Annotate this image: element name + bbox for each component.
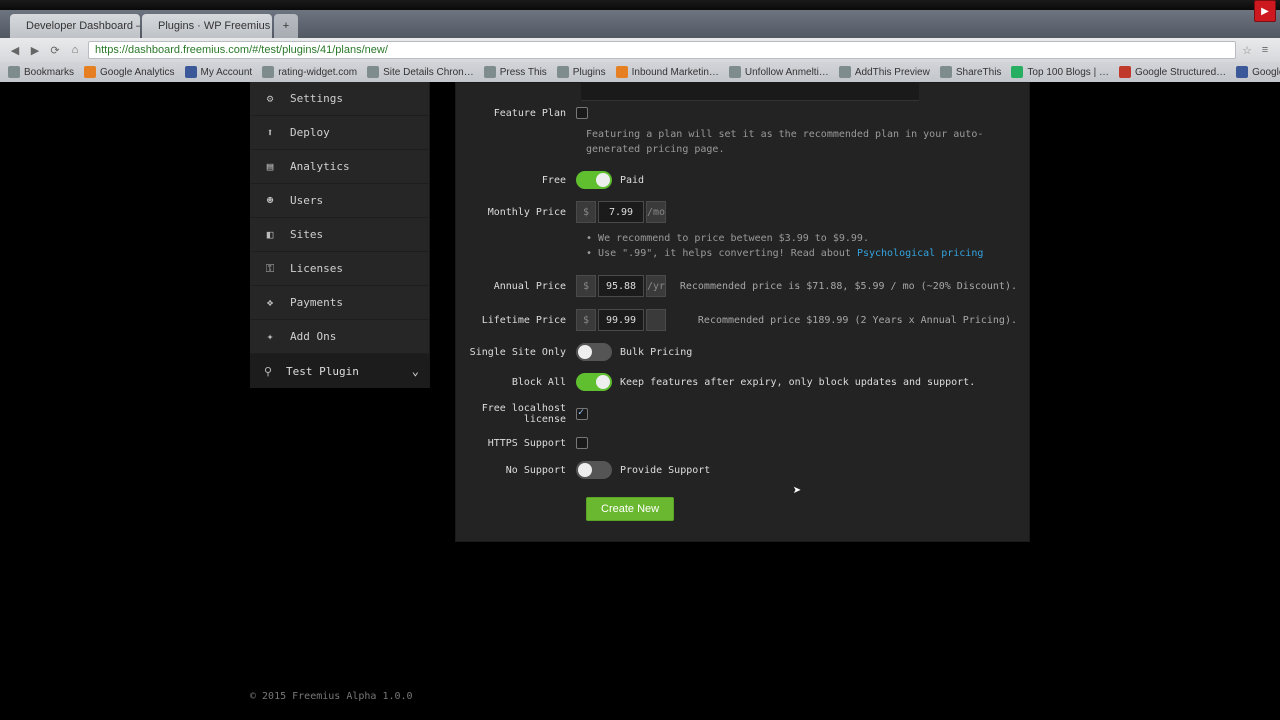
sidebar-item-settings[interactable]: ⚙ Settings — [250, 82, 429, 116]
bulk-pricing-label: Bulk Pricing — [620, 347, 692, 358]
plan-form-panel: Feature Plan Featuring a plan will set i… — [455, 82, 1030, 542]
bookmark[interactable]: My Account — [185, 66, 253, 78]
period-suffix — [646, 309, 666, 331]
free-label: Free — [456, 175, 576, 186]
monthly-price-help: • We recommend to price between $3.99 to… — [586, 229, 1015, 269]
bulk-pricing-toggle[interactable] — [576, 343, 612, 361]
bookmark[interactable]: Top 100 Blogs | … — [1011, 66, 1109, 78]
sidebar-item-analytics[interactable]: ▤ Analytics — [250, 150, 429, 184]
new-tab-button[interactable]: + — [274, 14, 298, 38]
bookmarks-bar: Bookmarks Google Analytics My Account ra… — [0, 62, 1280, 82]
description-field-bottom-edge[interactable] — [581, 83, 919, 101]
paid-label: Paid — [620, 175, 644, 186]
lifetime-price-input[interactable] — [598, 309, 644, 331]
sidebar-item-sites[interactable]: ◧ Sites — [250, 218, 429, 252]
bookmark[interactable]: Bookmarks — [8, 66, 74, 78]
settings-icon: ⚙ — [262, 91, 278, 107]
users-icon: ☻ — [262, 193, 278, 209]
bookmark[interactable]: Google Calendar — [1236, 66, 1280, 78]
bookmark[interactable]: Google Structured… — [1119, 66, 1226, 78]
sidebar: ⚙ Settings ⬆ Deploy ▤ Analytics ☻ Users … — [250, 82, 430, 388]
provide-support-label: Provide Support — [620, 465, 710, 476]
annual-reco: Recommended price is $71.88, $5.99 / mo … — [680, 281, 1017, 292]
monthly-price-input[interactable] — [598, 201, 644, 223]
feature-plan-checkbox[interactable] — [576, 107, 588, 119]
sidebar-item-label: Sites — [290, 228, 323, 241]
bookmark[interactable]: AddThis Preview — [839, 66, 930, 78]
single-site-label: Single Site Only — [456, 347, 576, 358]
menu-icon[interactable]: ≡ — [1258, 44, 1272, 56]
bookmark[interactable]: rating-widget.com — [262, 66, 357, 78]
block-all-toggle[interactable] — [576, 373, 612, 391]
browser-tab-1[interactable]: Plugins · WP Freemius T… × — [142, 14, 272, 38]
feature-plan-help: Featuring a plan will set it as the reco… — [586, 125, 1015, 165]
period-suffix: /yr — [646, 275, 666, 297]
back-button[interactable]: ◀ — [8, 44, 22, 57]
sidebar-item-label: Users — [290, 194, 323, 207]
sidebar-item-label: Payments — [290, 296, 343, 309]
addons-icon: ✦ — [262, 329, 278, 345]
sidebar-item-label: Settings — [290, 92, 343, 105]
block-all-text: Keep features after expiry, only block u… — [620, 377, 975, 388]
bookmark[interactable]: Press This — [484, 66, 547, 78]
currency-prefix: $ — [576, 309, 596, 331]
home-button[interactable]: ⌂ — [68, 44, 82, 56]
sidebar-item-label: Deploy — [290, 126, 330, 139]
bookmark[interactable]: ShareThis — [940, 66, 1002, 78]
url-text: https://dashboard.freemius.com/#/test/pl… — [95, 44, 388, 56]
browser-tab-0[interactable]: Developer Dashboard – Fr… × — [10, 14, 140, 38]
sidebar-item-addons[interactable]: ✦ Add Ons — [250, 320, 429, 354]
plug-icon: ⚲ — [260, 363, 276, 379]
reload-button[interactable]: ⟳ — [48, 44, 62, 57]
sidebar-item-users[interactable]: ☻ Users — [250, 184, 429, 218]
app-footer: © 2015 Freemius Alpha 1.0.0 — [250, 691, 413, 702]
free-paid-toggle[interactable] — [576, 171, 612, 189]
lifetime-reco: Recommended price $189.99 (2 Years x Ann… — [698, 315, 1017, 326]
sidebar-plugin-name: Test Plugin — [286, 365, 359, 378]
sidebar-item-label: Add Ons — [290, 330, 336, 343]
lifetime-price-label: Lifetime Price — [456, 315, 576, 326]
bookmark[interactable]: Unfollow Anmelti… — [729, 66, 829, 78]
sidebar-item-label: Analytics — [290, 160, 350, 173]
support-toggle[interactable] — [576, 461, 612, 479]
licenses-icon: ⚿ — [262, 261, 278, 277]
currency-prefix: $ — [576, 275, 596, 297]
youtube-badge-icon: ▶ — [1254, 0, 1276, 22]
https-support-checkbox[interactable] — [576, 437, 588, 449]
free-localhost-label: Free localhost license — [456, 403, 576, 425]
url-field[interactable]: https://dashboard.freemius.com/#/test/pl… — [88, 41, 1236, 59]
annual-price-input[interactable] — [598, 275, 644, 297]
sidebar-item-licenses[interactable]: ⚿ Licenses — [250, 252, 429, 286]
sidebar-plugin-picker[interactable]: ⚲ Test Plugin ⌄ — [250, 354, 429, 388]
address-bar: ◀ ▶ ⟳ ⌂ https://dashboard.freemius.com/#… — [0, 38, 1280, 62]
no-support-label: No Support — [456, 465, 576, 476]
period-suffix: /mo — [646, 201, 666, 223]
chevron-down-icon: ⌄ — [412, 364, 419, 378]
sites-icon: ◧ — [262, 227, 278, 243]
tab-title: Plugins · WP Freemius T… — [158, 20, 272, 32]
bookmark[interactable]: Inbound Marketin… — [616, 66, 719, 78]
bookmark[interactable]: Site Details Chron… — [367, 66, 474, 78]
bookmark-star-icon[interactable]: ☆ — [1242, 44, 1252, 57]
https-support-label: HTTPS Support — [456, 438, 576, 449]
monthly-price-label: Monthly Price — [456, 207, 576, 218]
sidebar-item-deploy[interactable]: ⬆ Deploy — [250, 116, 429, 150]
deploy-icon: ⬆ — [262, 125, 278, 141]
block-all-label: Block All — [456, 377, 576, 388]
currency-prefix: $ — [576, 201, 596, 223]
psych-pricing-link[interactable]: Psychological pricing — [857, 248, 983, 259]
sidebar-item-payments[interactable]: ❖ Payments — [250, 286, 429, 320]
tab-title: Developer Dashboard – Fr… — [26, 20, 140, 32]
bookmark[interactable]: Plugins — [557, 66, 606, 78]
bookmark[interactable]: Google Analytics — [84, 66, 175, 78]
feature-plan-label: Feature Plan — [456, 108, 576, 119]
payments-icon: ❖ — [262, 295, 278, 311]
free-localhost-checkbox[interactable] — [576, 408, 588, 420]
sidebar-item-label: Licenses — [290, 262, 343, 275]
forward-button[interactable]: ▶ — [28, 44, 42, 57]
analytics-icon: ▤ — [262, 159, 278, 175]
create-new-button[interactable]: Create New — [586, 497, 674, 521]
tab-bar: Developer Dashboard – Fr… × Plugins · WP… — [0, 10, 1280, 38]
annual-price-label: Annual Price — [456, 281, 576, 292]
